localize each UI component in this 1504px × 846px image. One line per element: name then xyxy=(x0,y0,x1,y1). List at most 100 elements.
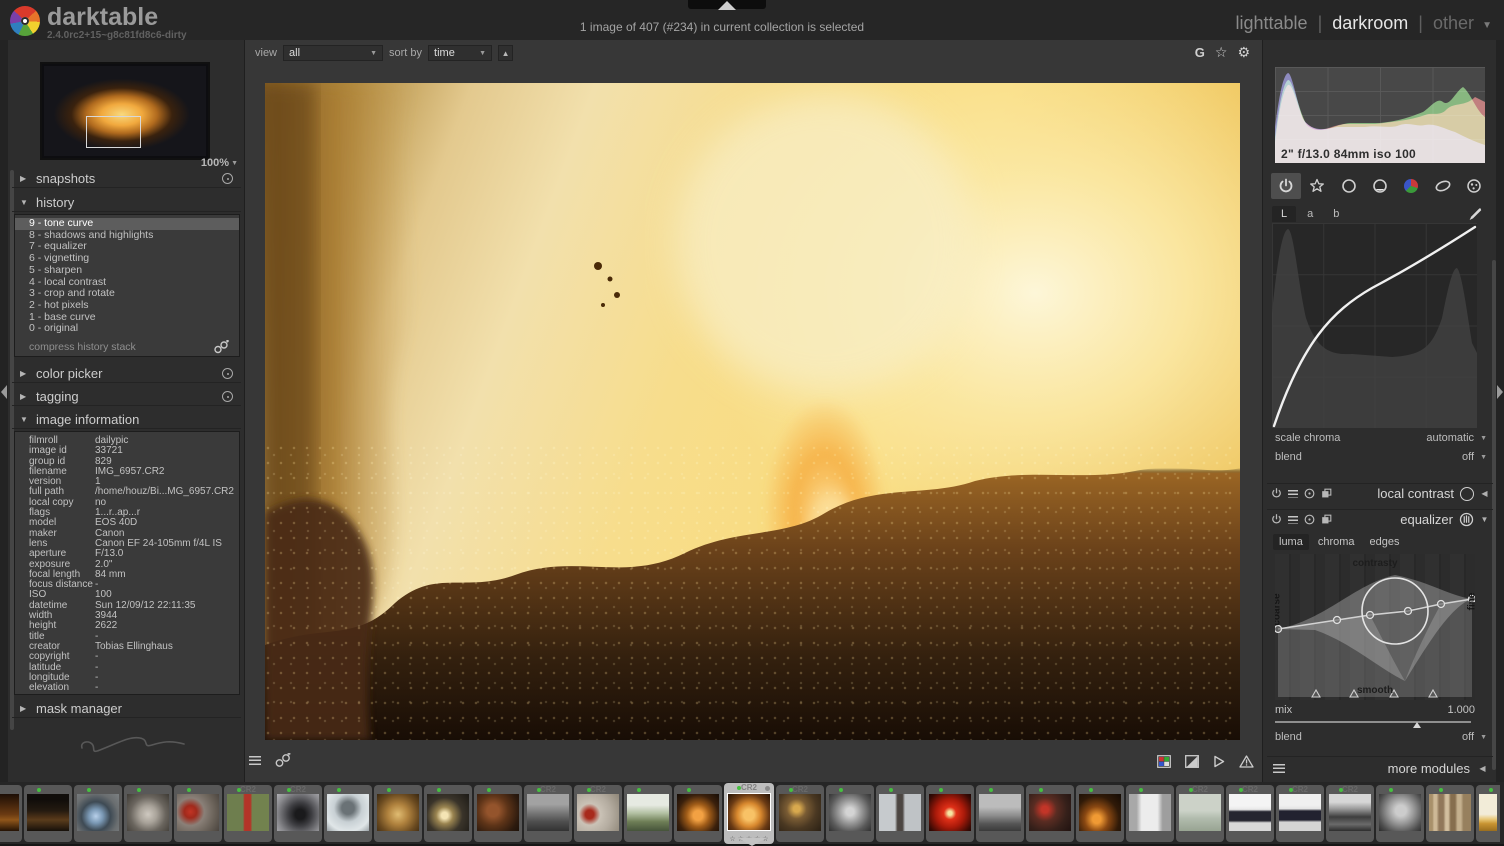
filmstrip-thumb-camera-closeup[interactable]: CR2 xyxy=(274,785,322,842)
module-header-local-contrast[interactable]: local contrast ◀ xyxy=(1267,483,1493,503)
reset-icon[interactable] xyxy=(222,368,233,379)
filmstrip-thumb-cameras-white-a[interactable]: CR2 xyxy=(1226,785,1274,842)
color-picker-pipette-icon[interactable] xyxy=(1468,207,1482,221)
module-name[interactable]: equalizer xyxy=(1400,512,1453,527)
filmstrip-thumb-edge-light[interactable] xyxy=(1476,785,1500,842)
equalizer-tab-luma[interactable]: luma xyxy=(1273,534,1309,550)
mode-link-other[interactable]: other xyxy=(1433,13,1474,34)
filmstrip-thumb-snow-cable[interactable]: CR2 xyxy=(1176,785,1224,842)
filmstrip-thumb-glow-cave-current[interactable]: CR2☆ ☆ ☆ ☆ ☆ xyxy=(724,783,774,844)
preferences-gear-icon[interactable]: ⚙ xyxy=(1237,44,1250,61)
filmstrip-thumb-red-candle[interactable] xyxy=(926,785,974,842)
filmstrip-thumb-cameras-white-b[interactable]: CR2 xyxy=(1276,785,1324,842)
gamut-warning-icon[interactable] xyxy=(1239,755,1254,768)
filmstrip-thumb-red-valve[interactable] xyxy=(174,785,222,842)
filmstrip-thumb-light-star[interactable] xyxy=(424,785,472,842)
module-reset-icon[interactable] xyxy=(1304,514,1315,525)
reset-icon[interactable] xyxy=(222,391,233,402)
history-item[interactable]: 2 - hot pixels xyxy=(15,300,239,312)
main-photo-canvas[interactable] xyxy=(265,83,1240,740)
softproof-icon[interactable] xyxy=(1213,755,1225,768)
mix-slider-handle[interactable] xyxy=(1413,722,1421,728)
expander-left-icon[interactable]: ◀ xyxy=(1480,489,1489,498)
module-name[interactable]: local contrast xyxy=(1377,486,1454,501)
section-snapshots[interactable]: ▶ snapshots xyxy=(12,170,241,188)
module-instance-icon[interactable] xyxy=(1321,514,1332,525)
module-presets-icon[interactable] xyxy=(1288,516,1298,524)
basic-group-icon[interactable] xyxy=(1334,173,1364,199)
filmstrip-thumb-plate-dessert[interactable] xyxy=(124,785,172,842)
sort-dropdown[interactable]: time ▼ xyxy=(428,45,492,61)
zoom-level-selector[interactable]: 100% ▼ xyxy=(201,157,238,169)
chevron-down-icon[interactable]: ▼ xyxy=(1482,20,1492,31)
filmstrip-thumb-martini-glass[interactable] xyxy=(1126,785,1174,842)
filmstrip-thumb-edge-amber[interactable] xyxy=(0,785,22,842)
histogram[interactable]: 2" f/13.0 84mm iso 100 xyxy=(1275,67,1485,163)
filmstrip-thumb-santa-apples[interactable]: CR2 xyxy=(574,785,622,842)
overlays-star-icon[interactable]: ☆ xyxy=(1215,44,1228,61)
left-panel-collapse-strip[interactable] xyxy=(0,40,8,782)
filmstrip-thumb-bw-street[interactable]: CR2 xyxy=(524,785,572,842)
filmstrip-thumb-pine-cones[interactable] xyxy=(374,785,422,842)
equalizer-tab-edges[interactable]: edges xyxy=(1364,534,1406,550)
compress-history-icon[interactable] xyxy=(213,340,229,354)
expander-down-icon[interactable]: ▼ xyxy=(1480,515,1489,524)
tone-curve-tab-a[interactable]: a xyxy=(1298,206,1322,222)
tone-curve-blend-row[interactable]: blend off ▼ xyxy=(1275,451,1487,463)
module-reset-icon[interactable] xyxy=(1304,488,1315,499)
favorites-star-icon[interactable] xyxy=(1302,173,1332,199)
filmstrip-thumb-railway-signal[interactable]: CR2 xyxy=(224,785,272,842)
scale-chroma-row[interactable]: scale chroma automatic ▼ xyxy=(1275,432,1487,444)
equalizer-graph[interactable]: contrasty smooth coarse fine xyxy=(1275,554,1475,700)
presets-menu-icon[interactable] xyxy=(249,756,261,765)
module-power-icon[interactable] xyxy=(1271,514,1282,525)
module-presets-icon[interactable] xyxy=(1288,490,1298,498)
history-item[interactable]: 9 - tone curve xyxy=(15,218,239,230)
right-panel-collapse-strip[interactable] xyxy=(1496,40,1504,782)
filmstrip-thumb-bw-statue[interactable] xyxy=(1376,785,1424,842)
filmstrip-thumb-teapot[interactable] xyxy=(474,785,522,842)
tone-curve-tab-L[interactable]: L xyxy=(1272,206,1296,222)
filmstrip-thumb-santa-floor[interactable] xyxy=(1026,785,1074,842)
filmstrip-thumb-blue-ornament[interactable] xyxy=(74,785,122,842)
history-item[interactable]: 5 - sharpen xyxy=(15,265,239,277)
section-color-picker[interactable]: ▶ color picker xyxy=(12,365,241,383)
module-power-icon[interactable] xyxy=(1271,488,1282,499)
filmstrip-thumb-bw-figurines[interactable] xyxy=(826,785,874,842)
filmstrip-thumb-tall-pole[interactable] xyxy=(876,785,924,842)
effects-group-icon[interactable] xyxy=(1459,173,1489,199)
filmstrip-thumb-bottle-collection[interactable] xyxy=(24,785,72,842)
filmstrip-thumb-forest-trees[interactable] xyxy=(1426,785,1474,842)
tone-curve-plot[interactable] xyxy=(1272,223,1477,428)
section-tagging[interactable]: ▶ tagging xyxy=(12,388,241,406)
styles-icon[interactable] xyxy=(274,753,291,768)
filmstrip-thumb-snowy-tree[interactable] xyxy=(324,785,372,842)
top-panel-collapse-tab[interactable] xyxy=(688,0,766,9)
sort-direction-button[interactable]: ▲ xyxy=(498,45,513,61)
blend-value[interactable]: off xyxy=(1462,731,1474,743)
active-modules-power-icon[interactable] xyxy=(1271,173,1301,199)
overexposure-icon[interactable] xyxy=(1185,755,1199,768)
view-filter-dropdown[interactable]: all ▼ xyxy=(283,45,383,61)
module-instance-icon[interactable] xyxy=(1321,488,1332,499)
correction-group-icon[interactable] xyxy=(1428,173,1458,199)
tone-curve-tab-b[interactable]: b xyxy=(1324,206,1348,222)
history-item[interactable]: 0 - original xyxy=(15,323,239,335)
module-list-menu-icon[interactable] xyxy=(1273,764,1285,773)
section-mask-manager[interactable]: ▶ mask manager xyxy=(12,700,241,718)
filmstrip-thumb-lamp-room[interactable]: CR2 xyxy=(776,785,824,842)
section-image-information[interactable]: ▼ image information xyxy=(12,411,241,429)
gamut-display-icon[interactable] xyxy=(1157,755,1171,768)
filmstrip-thumb-glow-cave-dark[interactable] xyxy=(674,785,722,842)
scale-chroma-value[interactable]: automatic xyxy=(1426,432,1474,444)
more-modules-row[interactable]: more modules ◀ xyxy=(1267,756,1493,780)
mix-slider-track[interactable] xyxy=(1275,721,1471,723)
filmstrip-thumb-bw-colonnade[interactable]: CR2 xyxy=(1326,785,1374,842)
navigation-preview[interactable] xyxy=(40,62,210,160)
section-history[interactable]: ▼ history xyxy=(12,194,241,212)
filmstrip-thumb-dark-sunset[interactable] xyxy=(1076,785,1124,842)
filmstrip-thumb-snow-nativity[interactable] xyxy=(624,785,672,842)
grouping-icon[interactable]: G xyxy=(1195,45,1205,60)
equalizer-blend-row[interactable]: blend off ▼ xyxy=(1275,731,1487,743)
reset-icon[interactable] xyxy=(222,173,233,184)
